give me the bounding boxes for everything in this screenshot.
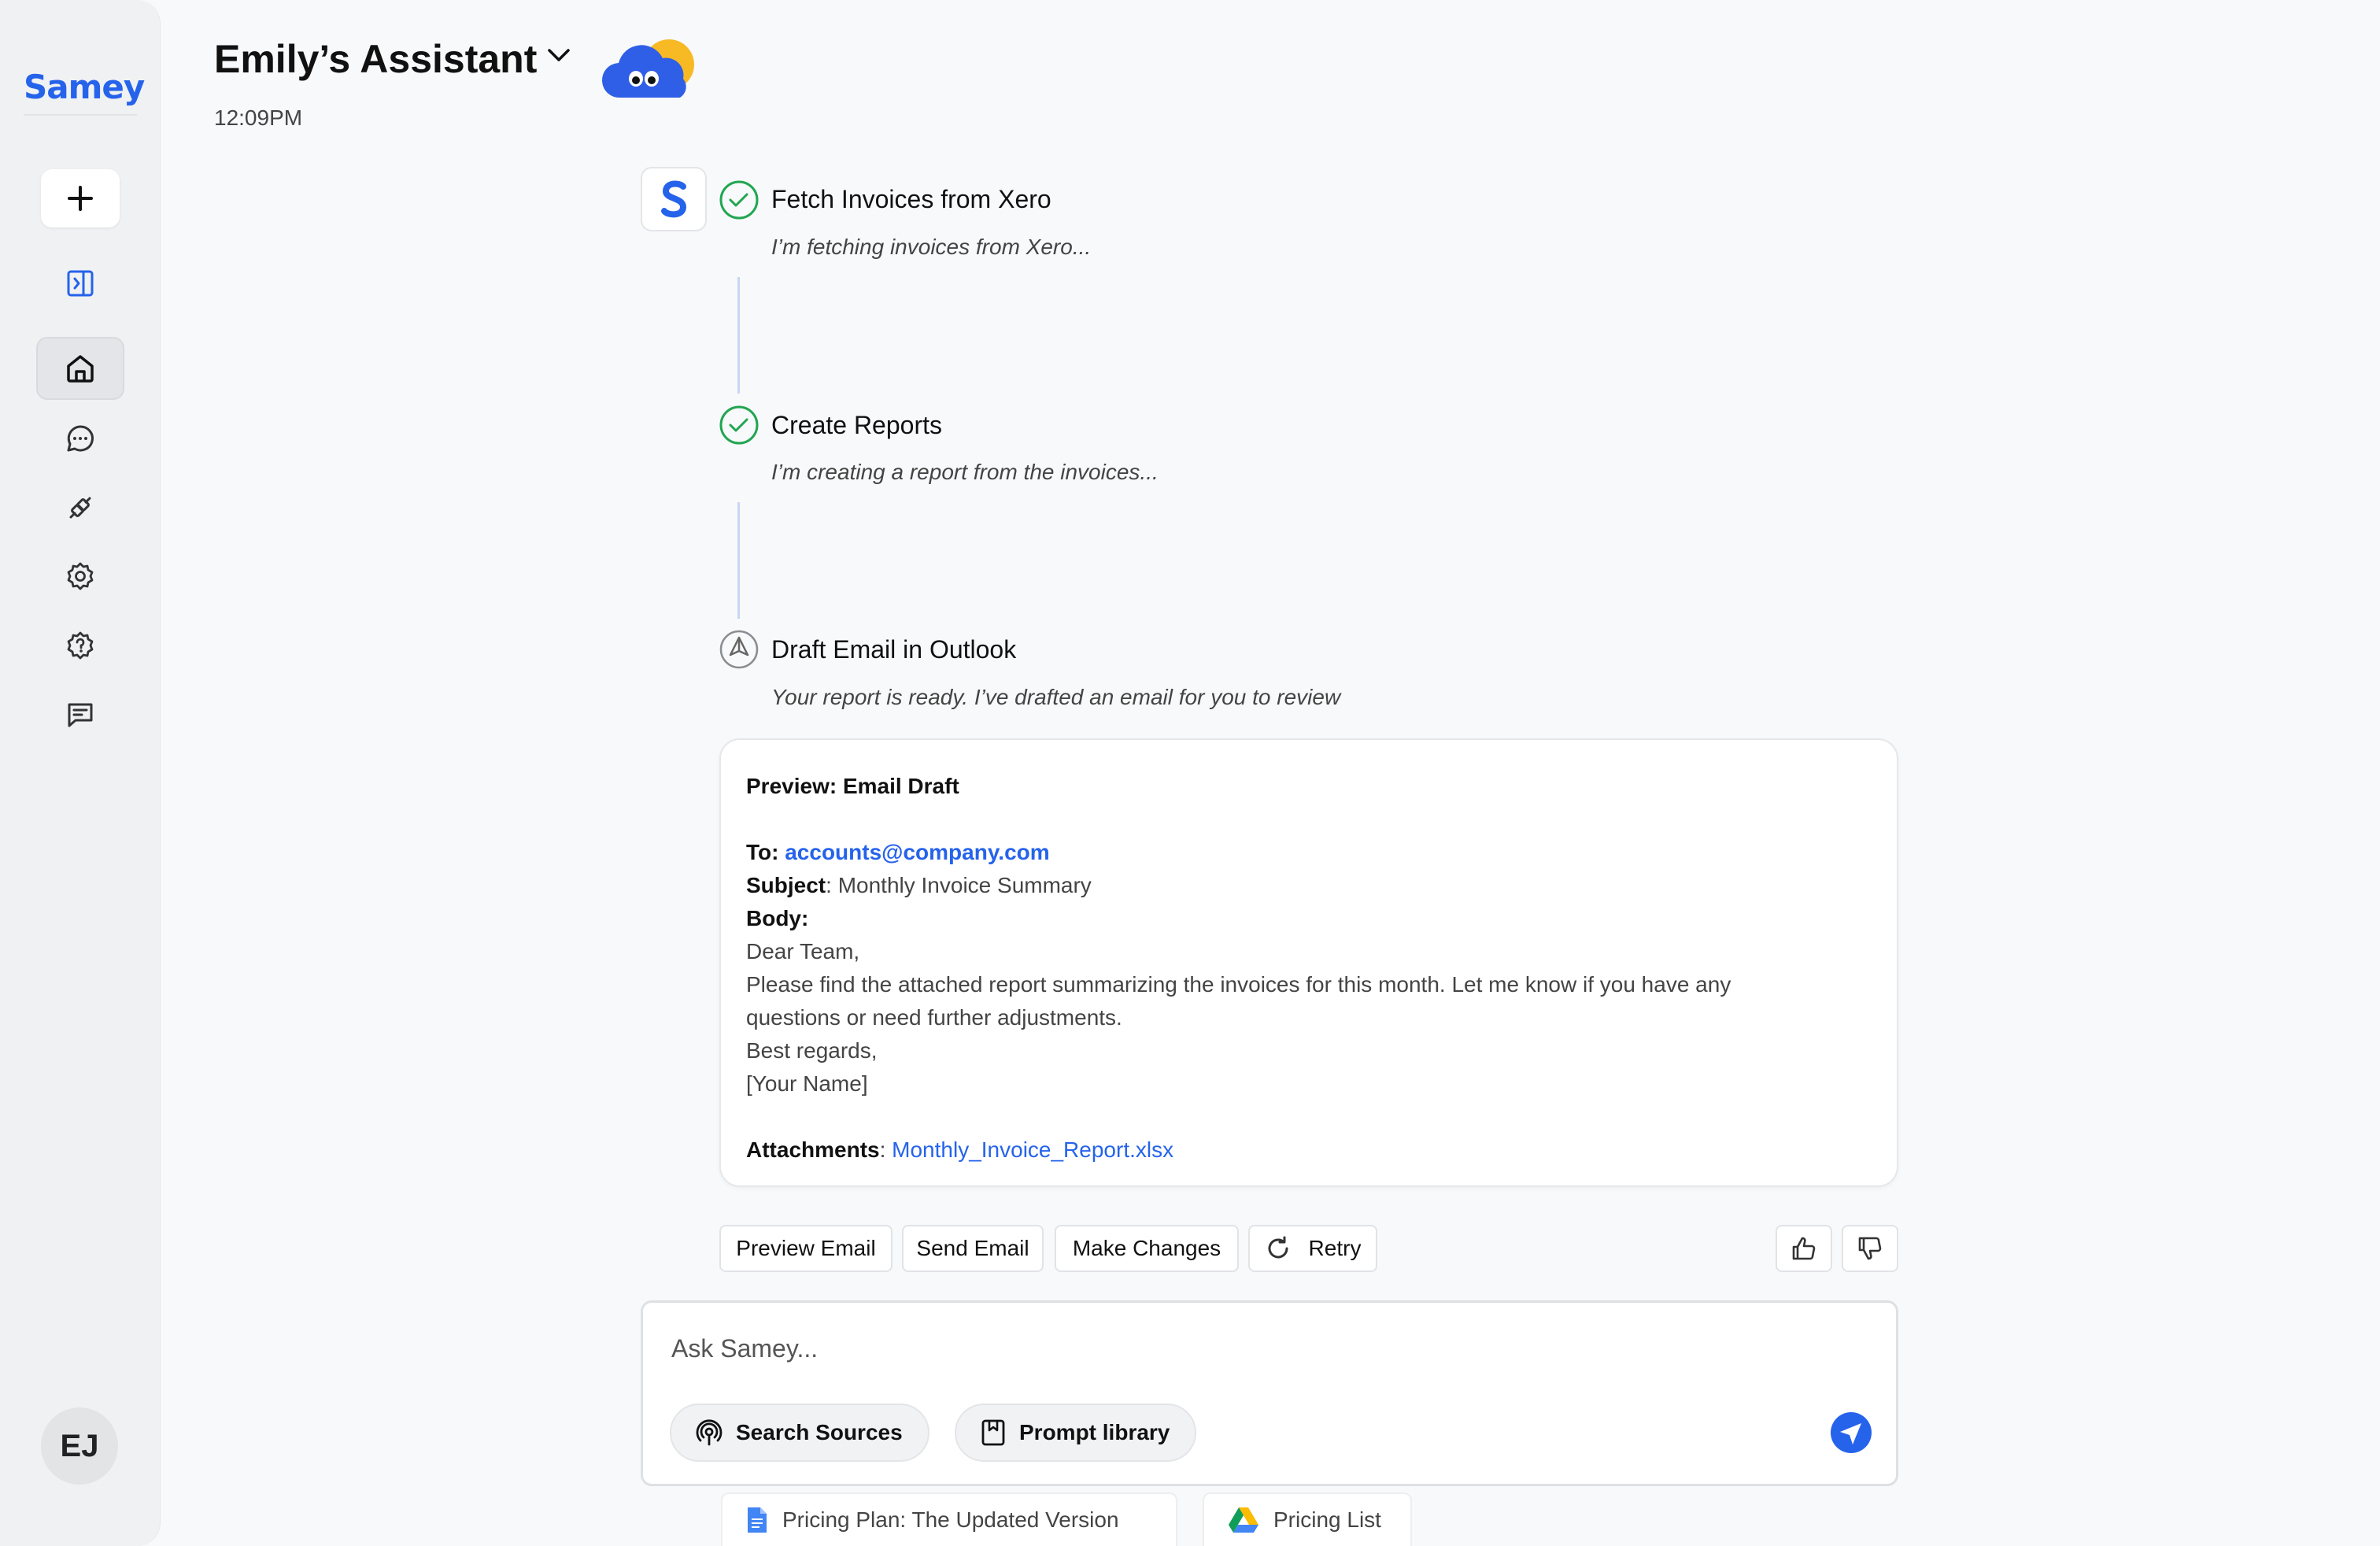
email-body-line: [Your Name] <box>746 1071 868 1096</box>
step-title: Draft Email in Outlook <box>771 635 1017 664</box>
thumbs-down-button[interactable] <box>1842 1225 1898 1272</box>
step-connector <box>737 502 740 619</box>
sidebar-item-help[interactable] <box>36 614 124 677</box>
panel-toggle-button[interactable] <box>36 252 124 315</box>
sidebar-item-settings[interactable] <box>36 545 124 608</box>
file-chip[interactable]: Pricing Plan: The Updated Version <box>721 1492 1177 1546</box>
feedback-icon <box>68 703 93 727</box>
home-icon <box>67 355 94 383</box>
chat-icon <box>67 425 94 452</box>
help-icon <box>67 631 94 660</box>
google-docs-icon <box>748 1507 767 1533</box>
email-body-line: Best regards, <box>746 1038 878 1063</box>
preview-email-button[interactable]: Preview Email <box>719 1225 893 1272</box>
file-chip[interactable]: Pricing List <box>1203 1492 1412 1546</box>
ask-input[interactable] <box>671 1334 1616 1363</box>
step-title: Create Reports <box>771 411 942 439</box>
broadcast-icon <box>696 1419 722 1446</box>
user-avatar[interactable]: EJ <box>41 1407 118 1485</box>
file-name: Pricing List <box>1273 1507 1381 1532</box>
sidebar-item-chats[interactable] <box>36 407 124 470</box>
email-body-label: Body: <box>746 906 809 930</box>
agent-avatar <box>641 167 707 231</box>
integrations-icon <box>69 497 91 519</box>
send-pending-icon <box>719 630 759 669</box>
samey-logo-icon <box>661 180 687 218</box>
weather-mascot-icon <box>597 31 704 108</box>
email-subject-label: Subject <box>746 873 826 897</box>
chevron-down-icon <box>548 49 570 61</box>
new-chat-button[interactable] <box>41 169 120 227</box>
email-preview-heading: Preview: Email Draft <box>746 774 959 798</box>
google-drive-icon <box>1229 1507 1258 1533</box>
settings-icon <box>67 562 94 590</box>
step-description: I’m creating a report from the invoices.… <box>771 460 1159 484</box>
retry-button[interactable]: Retry <box>1248 1225 1377 1272</box>
step-description: I’m fetching invoices from Xero... <box>771 235 1092 259</box>
refresh-icon <box>1268 1236 1288 1259</box>
email-body-line: questions or need further adjustments. <box>746 1005 1122 1030</box>
step-description: Your report is ready. I’ve drafted an em… <box>771 685 1341 709</box>
panel-toggle-icon <box>67 270 94 297</box>
sidebar: Samey EJ <box>0 0 161 1546</box>
app-logo: Samey <box>24 68 145 116</box>
file-name: Pricing Plan: The Updated Version <box>782 1507 1119 1532</box>
bookmark-book-icon <box>981 1419 1005 1446</box>
assistant-switcher-button[interactable] <box>543 44 575 72</box>
retry-label: Retry <box>1308 1236 1362 1260</box>
check-circle-icon <box>719 180 759 220</box>
attachments-label: Attachments <box>746 1137 880 1162</box>
composer: Search Sources Prompt library <box>641 1300 1898 1486</box>
step-connector <box>737 277 740 394</box>
sidebar-item-feedback[interactable] <box>36 683 124 746</box>
prompt-library-label: Prompt library <box>1019 1420 1170 1444</box>
search-sources-button[interactable]: Search Sources <box>670 1404 929 1462</box>
email-preview-card: Preview: Email Draft To: accounts@compan… <box>719 738 1898 1187</box>
step-title: Fetch Invoices from Xero <box>771 185 1051 213</box>
sidebar-item-home[interactable] <box>36 337 124 400</box>
message-timestamp: 12:09PM <box>214 105 303 130</box>
thumbs-up-button[interactable] <box>1776 1225 1832 1272</box>
thumbs-down-icon <box>1858 1237 1882 1260</box>
email-to-address[interactable]: accounts@company.com <box>785 840 1049 864</box>
prompt-library-button[interactable]: Prompt library <box>955 1404 1197 1462</box>
email-to-label: To: <box>746 840 779 864</box>
assistant-title: Emily’s Assistant <box>214 37 538 81</box>
make-changes-button[interactable]: Make Changes <box>1055 1225 1239 1272</box>
email-body-line: Dear Team, <box>746 939 860 963</box>
send-icon[interactable] <box>1828 1410 1874 1455</box>
plus-icon <box>68 186 93 211</box>
thumbs-up-icon <box>1792 1237 1816 1260</box>
email-body-line: Please find the attached report summariz… <box>746 972 1731 997</box>
attachment-link[interactable]: Monthly_Invoice_Report.xlsx <box>892 1137 1173 1162</box>
check-circle-icon <box>719 405 759 445</box>
search-sources-label: Search Sources <box>736 1420 903 1444</box>
email-subject: : Monthly Invoice Summary <box>826 873 1092 897</box>
attachments-separator: : <box>879 1137 893 1162</box>
sidebar-item-integrations[interactable] <box>36 476 124 539</box>
send-email-button[interactable]: Send Email <box>902 1225 1044 1272</box>
